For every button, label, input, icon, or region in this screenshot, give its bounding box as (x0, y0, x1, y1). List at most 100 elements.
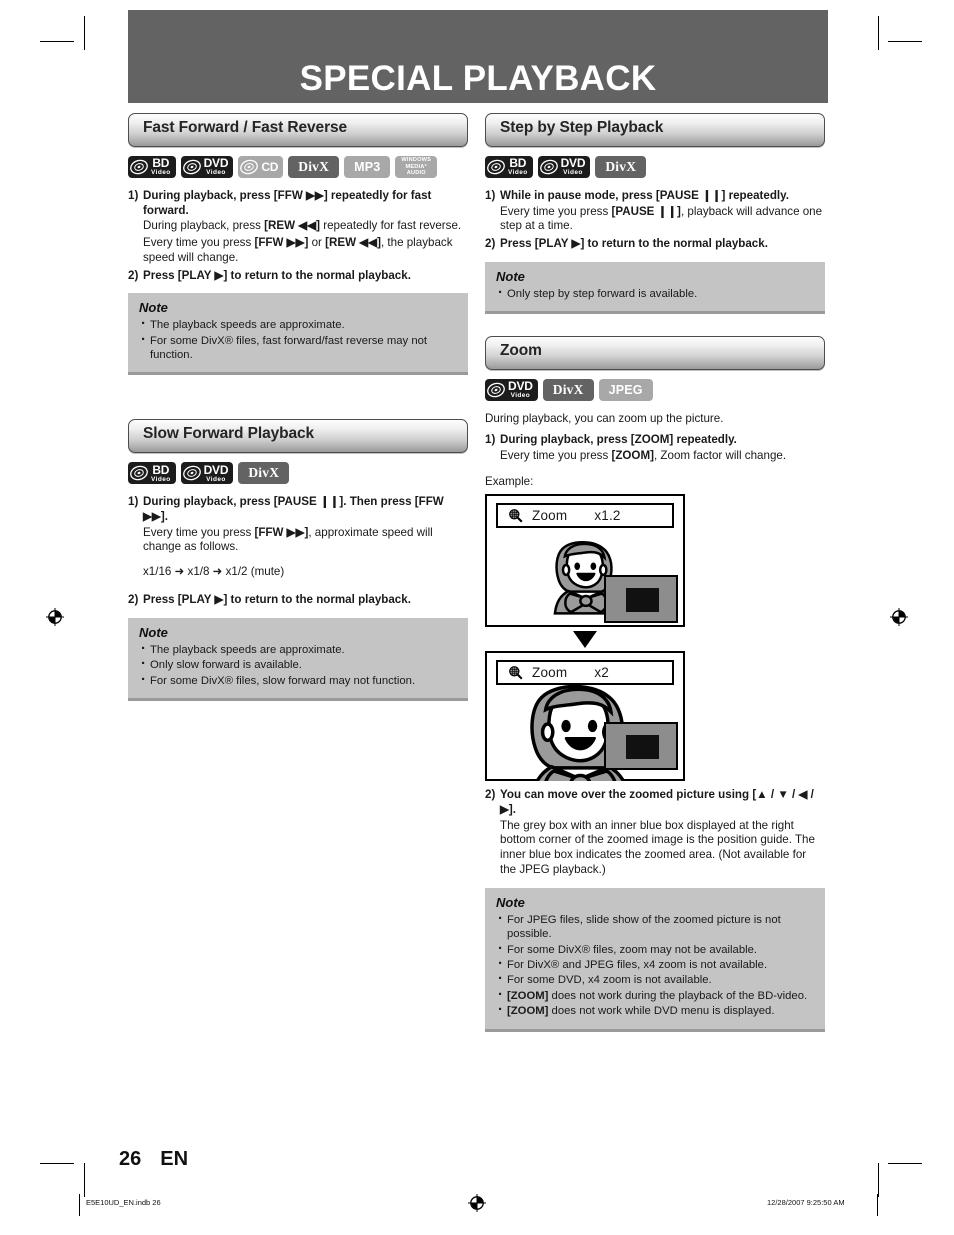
badge-jpeg: JPEG (598, 379, 653, 402)
registration-mark-right (890, 608, 908, 626)
badge-dvd-main: DVD (203, 462, 229, 477)
step-item: 2) Press [PLAY ▶] to return to the norma… (128, 269, 468, 284)
osd-value-2: x2 (594, 665, 609, 681)
page-number: 26 (119, 1148, 142, 1170)
note-item: For DivX® and JPEG files, x4 zoom is not… (496, 957, 814, 972)
badge-divx: DivX (542, 379, 594, 402)
slug-filename: E5E10UD_EN.indb 26 (86, 1198, 161, 1207)
body-paragraph: Every time you press [FFW ▶▶] or [REW ◀◀… (143, 236, 468, 266)
step-item: 1) During playback, press [FFW ▶▶] repea… (128, 189, 468, 218)
badge-dvd-video: DVD Video (180, 462, 234, 485)
media-badges-zoom: DVD Video DivX JPEG (485, 379, 825, 402)
para-key: [FFW ▶▶] (254, 235, 309, 249)
zoom-example-screen-2: Zoom x2 (485, 651, 685, 812)
para-part: Every time you press (500, 204, 612, 218)
note-key: [ZOOM] (507, 1005, 549, 1018)
zoom-illustration-2 (487, 685, 683, 812)
note-box-fast-forward: Note The playback speeds are approximate… (128, 293, 468, 376)
badge-windows-media-audio: WINDOWS MEDIA° AUDIO (395, 156, 438, 178)
crop-mark-bottom-right-vertical (878, 1163, 879, 1197)
badge-dvd-sub: Video (563, 169, 583, 177)
badge-dvd-video: DVD Video (485, 379, 538, 402)
note-box-zoom: Note For JPEG files, slide show of the z… (485, 887, 825, 1032)
body-paragraph: The grey box with an inner blue box disp… (500, 818, 815, 876)
crop-mark-top-left-vertical (84, 16, 85, 50)
para-part: Every time you press (143, 525, 255, 539)
girl-illustration-small (553, 541, 678, 624)
step-number: 2) (485, 237, 496, 251)
section-header-slow-forward: Slow Forward Playback (128, 419, 468, 454)
para-part: Every time you press (500, 448, 612, 462)
zoom-intro: During playback, you can zoom up the pic… (485, 412, 724, 426)
right-column: Step by Step Playback BD Video DVD Video… (485, 113, 825, 1032)
osd-value-1: x1.2 (594, 508, 621, 524)
badge-bd-sub: Video (508, 169, 528, 177)
badge-bd-main: BD (509, 156, 527, 171)
step-text: During playback, press [FFW ▶▶] repeated… (143, 189, 432, 217)
step-number: 1) (485, 189, 496, 202)
disc-icon (487, 382, 505, 398)
badge-cd: CD (238, 156, 284, 178)
note-title: Note (139, 624, 168, 640)
section-title-step-by-step: Step by Step Playback (500, 119, 664, 136)
slug-rule-left (79, 1194, 80, 1216)
badge-dvd-video: DVD Video (180, 156, 234, 178)
disc-icon (130, 159, 148, 175)
crop-mark-top-right-horizontal (888, 41, 922, 42)
registration-mark-bottom (468, 1194, 486, 1212)
note-item: Only slow forward is available. (139, 657, 457, 672)
crop-mark-top-right-vertical (878, 16, 879, 50)
section-header-zoom: Zoom (485, 336, 825, 371)
step-text: Press [PLAY ▶] to return to the normal p… (143, 268, 411, 282)
disc-icon (130, 466, 148, 481)
media-badges-fast-forward: BD Video DVD Video CD DivX MP3 WINDOWS M… (128, 156, 468, 178)
para-key: [ZOOM] (611, 448, 654, 462)
section-title-fast-forward: Fast Forward / Fast Reverse (143, 119, 348, 136)
note-item: Only step by step forward is available. (496, 286, 814, 301)
badge-cd-main: CD (261, 160, 279, 174)
step-number: 2) (485, 788, 496, 802)
page-title: SPECIAL PLAYBACK (299, 59, 657, 98)
badge-bd-main: BD (152, 462, 170, 477)
badge-bd-main: BD (152, 156, 170, 171)
badge-divx: DivX (288, 156, 340, 178)
body-paragraph: During playback, press [REW ◀◀] repeated… (143, 219, 468, 234)
step-number: 2) (128, 593, 139, 607)
badge-dvd-sub: Video (206, 475, 226, 483)
registration-mark-left (46, 608, 64, 626)
note-item: [ZOOM] does not work during the playback… (496, 988, 814, 1003)
badge-bd-sub: Video (151, 475, 171, 483)
magnifier-icon (509, 666, 523, 680)
down-arrow-icon (573, 631, 597, 649)
note-list: For JPEG files, slide show of the zoomed… (496, 912, 814, 1019)
crop-mark-top-left-horizontal (40, 41, 74, 42)
osd-label-1: Zoom (532, 508, 568, 524)
crop-mark-bottom-left-vertical (84, 1163, 85, 1197)
note-list: Only step by step forward is available. (496, 286, 814, 301)
manual-page: SPECIAL PLAYBACK Fast Forward / Fast Rev… (128, 10, 828, 1190)
disc-icon (539, 159, 558, 175)
para-part: During playback, press (143, 219, 265, 233)
badge-dvd-video: DVD Video (537, 156, 591, 178)
para-part: or (308, 235, 326, 249)
note-item: [ZOOM] does not work while DVD menu is d… (496, 1003, 814, 1018)
step-text: You can move over the zoomed picture usi… (500, 788, 814, 816)
slug-rule-right (877, 1194, 878, 1216)
para-part: Every time you press (143, 235, 255, 249)
badge-wma-line3: AUDIO (406, 170, 426, 177)
media-badges-step-by-step: BD Video DVD Video DivX (485, 156, 825, 178)
para-part: , Zoom factor will change. (653, 448, 787, 462)
section-title-zoom: Zoom (500, 342, 542, 360)
step-number: 1) (128, 189, 139, 202)
osd-bar-1: Zoom x1.2 (496, 503, 674, 529)
magnifier-icon (509, 509, 523, 523)
media-badges-slow-forward: BD Video DVD Video DivX (128, 462, 468, 485)
example-label: Example: (485, 475, 534, 489)
step-text: While in pause mode, press [PAUSE ❙❙] re… (500, 189, 789, 202)
badge-bd-video: BD Video (485, 156, 533, 178)
step-item: 2) You can move over the zoomed picture … (485, 788, 825, 817)
note-item: For some DivX® files, slow forward may n… (139, 673, 457, 688)
badge-bd-video: BD Video (128, 462, 176, 485)
disc-icon (240, 159, 259, 175)
badge-divx: DivX (238, 462, 290, 485)
